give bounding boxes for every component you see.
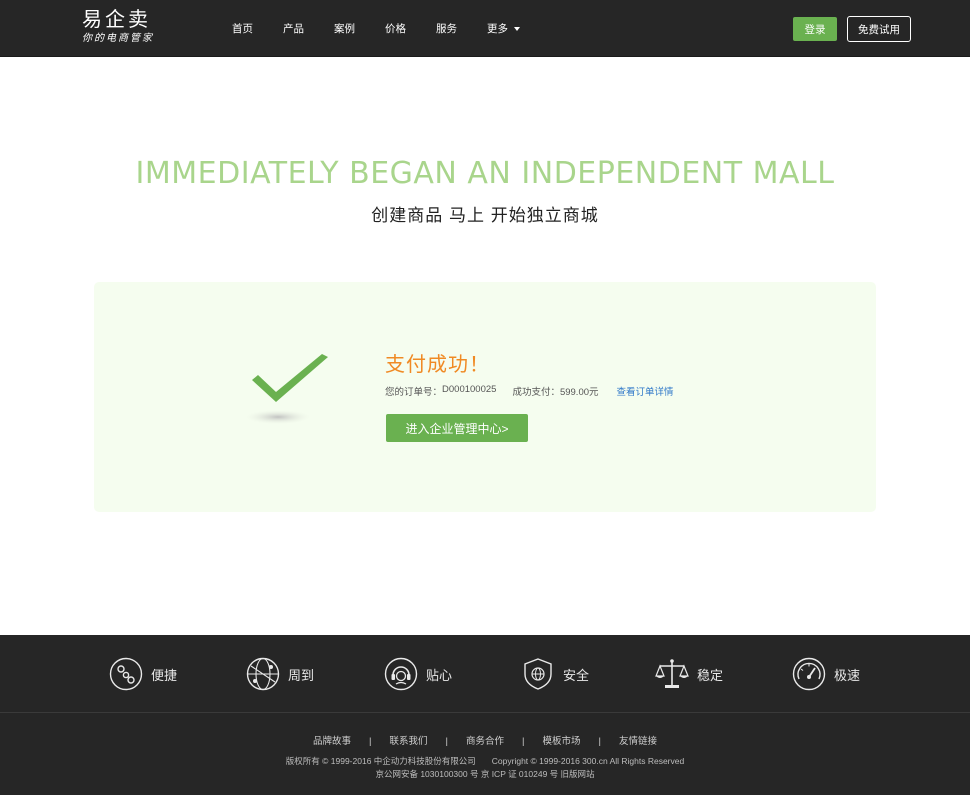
headset-support-icon xyxy=(384,657,418,691)
feature-item-fast: 极速 xyxy=(792,657,860,691)
payment-success-title: 支付成功！ xyxy=(385,354,490,376)
footer-link-friends[interactable]: 友情链接 xyxy=(619,736,657,747)
chevron-down-icon xyxy=(514,26,520,31)
site-logo[interactable]: 易企卖 你的电商管家 xyxy=(82,8,154,46)
top-header: 易企卖 你的电商管家 首页 产品 案例 价格 服务 更多 登录 免费试用 xyxy=(0,0,970,57)
hero-title-en: IMMEDIATELY BEGAN AN INDEPENDENT MALL xyxy=(135,156,835,191)
footer-link-business[interactable]: 商务合作 xyxy=(466,736,504,747)
feature-label: 便捷 xyxy=(151,667,178,683)
logo-main-text: 易企卖 xyxy=(82,7,151,31)
view-order-detail-link[interactable]: 查看订单详情 xyxy=(617,384,674,398)
nav-item-products[interactable]: 产品 xyxy=(283,21,304,36)
login-button[interactable]: 登录 xyxy=(793,17,837,41)
nav-item-services[interactable]: 服务 xyxy=(436,21,457,36)
checkmark-icon xyxy=(246,354,328,424)
footer-link-separator: | xyxy=(598,736,601,747)
feature-item-caring: 贴心 xyxy=(384,657,452,691)
order-info: 您的订单号： D000100025 成功支付： 599.00元 查看订单详情 xyxy=(385,384,674,398)
nav-item-more[interactable]: 更多 xyxy=(487,21,520,36)
copyright-line: 版权所有 © 1999-2016 中企动力科技股份有限公司 Copyright ©… xyxy=(0,755,970,767)
payment-success-panel: 支付成功！ 您的订单号： D000100025 成功支付： 599.00元 查看… xyxy=(94,282,876,512)
feature-label: 周到 xyxy=(288,667,315,683)
footer-links: 品牌故事 | 联系我们 | 商务合作 | 模板市场 | 友情链接 xyxy=(0,733,970,747)
copyright-en: Copyright © 1999-2016 300.cn All Rights … xyxy=(491,756,685,766)
paid-amount-label: 成功支付： xyxy=(512,387,560,398)
logo-slogan: 你的电商管家 xyxy=(82,33,154,44)
speedometer-icon xyxy=(792,657,826,691)
icp-line: 京公网安备 1030100300 号 京 ICP 证 010249 号 旧版网站 xyxy=(375,769,595,779)
enter-admin-center-button[interactable]: 进入企业管理中心> xyxy=(386,414,528,442)
shield-globe-icon xyxy=(524,658,552,690)
nav-item-cases[interactable]: 案例 xyxy=(334,21,355,36)
feature-item-secure: 安全 xyxy=(521,657,589,691)
balance-scale-icon xyxy=(655,659,689,688)
nav-more-label: 更多 xyxy=(487,23,508,35)
main-nav: 首页 产品 案例 价格 服务 更多 xyxy=(232,0,550,57)
globe-network-icon xyxy=(246,657,280,691)
footer-link-brand-story[interactable]: 品牌故事 xyxy=(313,736,351,747)
copyright-cn: 版权所有 © 1999-2016 中企动力科技股份有限公司 xyxy=(285,756,476,766)
footer-link-separator: | xyxy=(369,736,372,747)
feature-item-thoughtful: 周到 xyxy=(246,657,314,691)
feature-item-stable: 稳定 xyxy=(655,657,723,691)
hero-title-cn: 创建商品 马上 开始独立商城 xyxy=(371,206,599,225)
footer-link-contact[interactable]: 联系我们 xyxy=(390,736,428,747)
order-number-value: D000100025 xyxy=(442,384,497,395)
footer-link-separator: | xyxy=(445,736,448,747)
feature-label: 极速 xyxy=(834,667,861,683)
feature-item-convenient: 便捷 xyxy=(109,657,177,691)
nav-item-pricing[interactable]: 价格 xyxy=(385,21,406,36)
footer-link-templates[interactable]: 模板市场 xyxy=(542,736,580,747)
feature-label: 稳定 xyxy=(697,667,724,683)
link-chain-icon xyxy=(109,657,143,691)
footer-link-separator: | xyxy=(522,736,525,747)
feature-label: 贴心 xyxy=(426,667,453,683)
site-footer: 便捷 周到 贴心 安全 稳定 极速 品牌故事 | 联系我们 | 商务合作 | 模… xyxy=(0,635,970,795)
free-trial-button[interactable]: 免费试用 xyxy=(847,16,911,42)
feature-strip: 便捷 周到 贴心 安全 稳定 极速 xyxy=(0,635,970,713)
paid-amount-value: 599.00元 xyxy=(559,387,599,398)
feature-label: 安全 xyxy=(563,667,590,683)
nav-item-home[interactable]: 首页 xyxy=(232,21,253,36)
order-number-label: 您的订单号： xyxy=(385,387,443,398)
